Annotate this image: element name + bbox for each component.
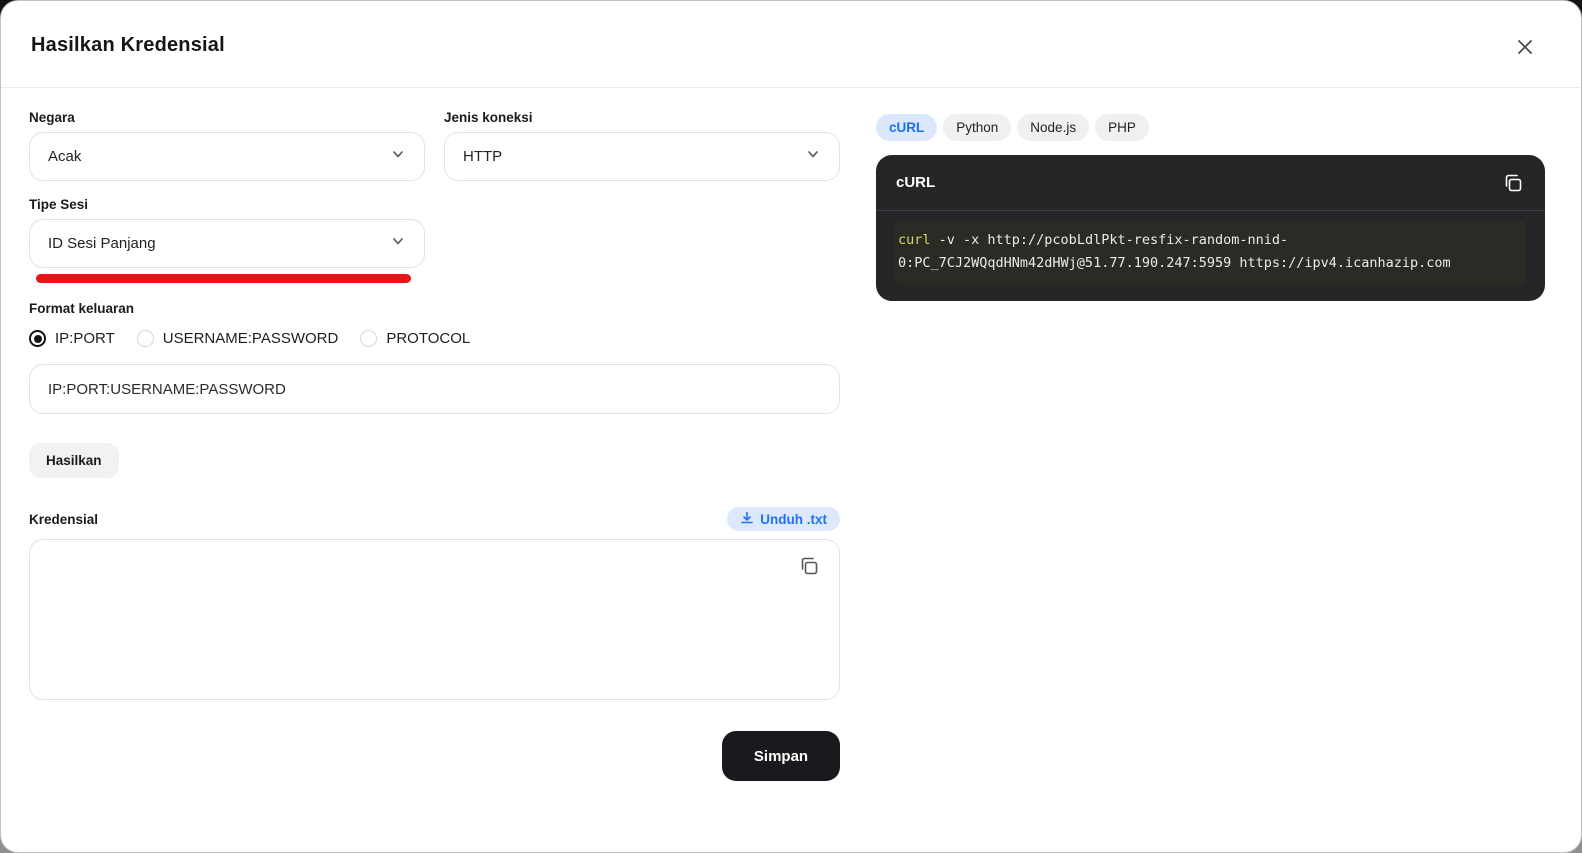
credentials-textarea[interactable] — [30, 540, 839, 699]
modal-header: Hasilkan Kredensial — [1, 1, 1581, 88]
code-args: -v -x http://pcobLdlPkt-resfix-random-nn… — [931, 232, 1289, 248]
save-button[interactable]: Simpan — [722, 731, 840, 781]
country-select-value: Acak — [48, 148, 81, 165]
code-command: curl — [898, 232, 931, 248]
code-snippet: curl -v -x http://pcobLdlPkt-resfix-rand… — [894, 221, 1527, 285]
chevron-down-icon — [390, 233, 406, 254]
chevron-down-icon — [390, 146, 406, 167]
radio-option-protocol[interactable]: PROTOCOL — [360, 330, 470, 347]
code-language-tabs: cURL Python Node.js PHP — [876, 114, 1545, 141]
copy-code-button[interactable] — [1501, 171, 1525, 195]
download-icon — [740, 511, 754, 528]
download-txt-button[interactable]: Unduh .txt — [727, 507, 840, 531]
code-panel: cURL Python Node.js PHP cURL curl -v -x … — [876, 88, 1545, 301]
session-type-label: Tipe Sesi — [29, 197, 425, 212]
radio-button-icon[interactable] — [360, 330, 377, 347]
code-card: cURL curl -v -x http://pcobLdlPkt-resfix… — [876, 155, 1545, 301]
code-card-title: cURL — [896, 174, 935, 191]
tab-curl[interactable]: cURL — [876, 114, 937, 141]
radio-button-icon[interactable] — [137, 330, 154, 347]
copy-icon — [1501, 183, 1525, 198]
radio-option-label: IP:PORT — [55, 330, 115, 347]
radio-button-icon[interactable] — [29, 330, 46, 347]
radio-option-label: USERNAME:PASSWORD — [163, 330, 339, 347]
chevron-down-icon — [805, 146, 821, 167]
connection-type-select[interactable]: HTTP — [444, 132, 840, 181]
country-select[interactable]: Acak — [29, 132, 425, 181]
code-line: 0:PC_7CJ2WQqdHNm42dHWj@51.77.190.247:595… — [898, 252, 1523, 275]
code-card-header: cURL — [876, 155, 1545, 211]
radio-option-ip-port[interactable]: IP:PORT — [29, 330, 115, 347]
connection-type-select-value: HTTP — [463, 148, 502, 165]
output-format-input[interactable] — [29, 364, 840, 414]
generate-credentials-modal: Hasilkan Kredensial Negara Acak Jenis ko… — [0, 0, 1582, 853]
credentials-label: Kredensial — [29, 512, 98, 527]
tab-php[interactable]: PHP — [1095, 114, 1149, 141]
code-args: 0:PC_7CJ2WQqdHNm42dHWj@51.77.190.247:595… — [898, 255, 1451, 271]
output-format-label: Format keluaran — [29, 301, 840, 316]
form-column: Negara Acak Jenis koneksi HTTP — [29, 88, 840, 781]
tab-nodejs[interactable]: Node.js — [1017, 114, 1089, 141]
country-label: Negara — [29, 110, 425, 125]
connection-type-label: Jenis koneksi — [444, 110, 840, 125]
tab-python[interactable]: Python — [943, 114, 1011, 141]
generate-button[interactable]: Hasilkan — [29, 443, 119, 478]
copy-credentials-button[interactable] — [797, 554, 821, 578]
radio-option-label: PROTOCOL — [386, 330, 470, 347]
output-format-radio-group: IP:PORT USERNAME:PASSWORD PROTOCOL — [29, 330, 840, 347]
session-progress-bar — [36, 274, 411, 283]
download-txt-label: Unduh .txt — [760, 512, 827, 527]
session-type-select[interactable]: ID Sesi Panjang — [29, 219, 425, 268]
radio-option-username-password[interactable]: USERNAME:PASSWORD — [137, 330, 339, 347]
copy-icon — [797, 566, 821, 581]
modal-title: Hasilkan Kredensial — [31, 34, 225, 57]
close-button[interactable] — [1514, 36, 1536, 58]
credentials-box — [29, 539, 840, 700]
close-icon — [1514, 46, 1536, 61]
session-type-select-value: ID Sesi Panjang — [48, 235, 156, 252]
code-line: curl -v -x http://pcobLdlPkt-resfix-rand… — [898, 229, 1523, 252]
